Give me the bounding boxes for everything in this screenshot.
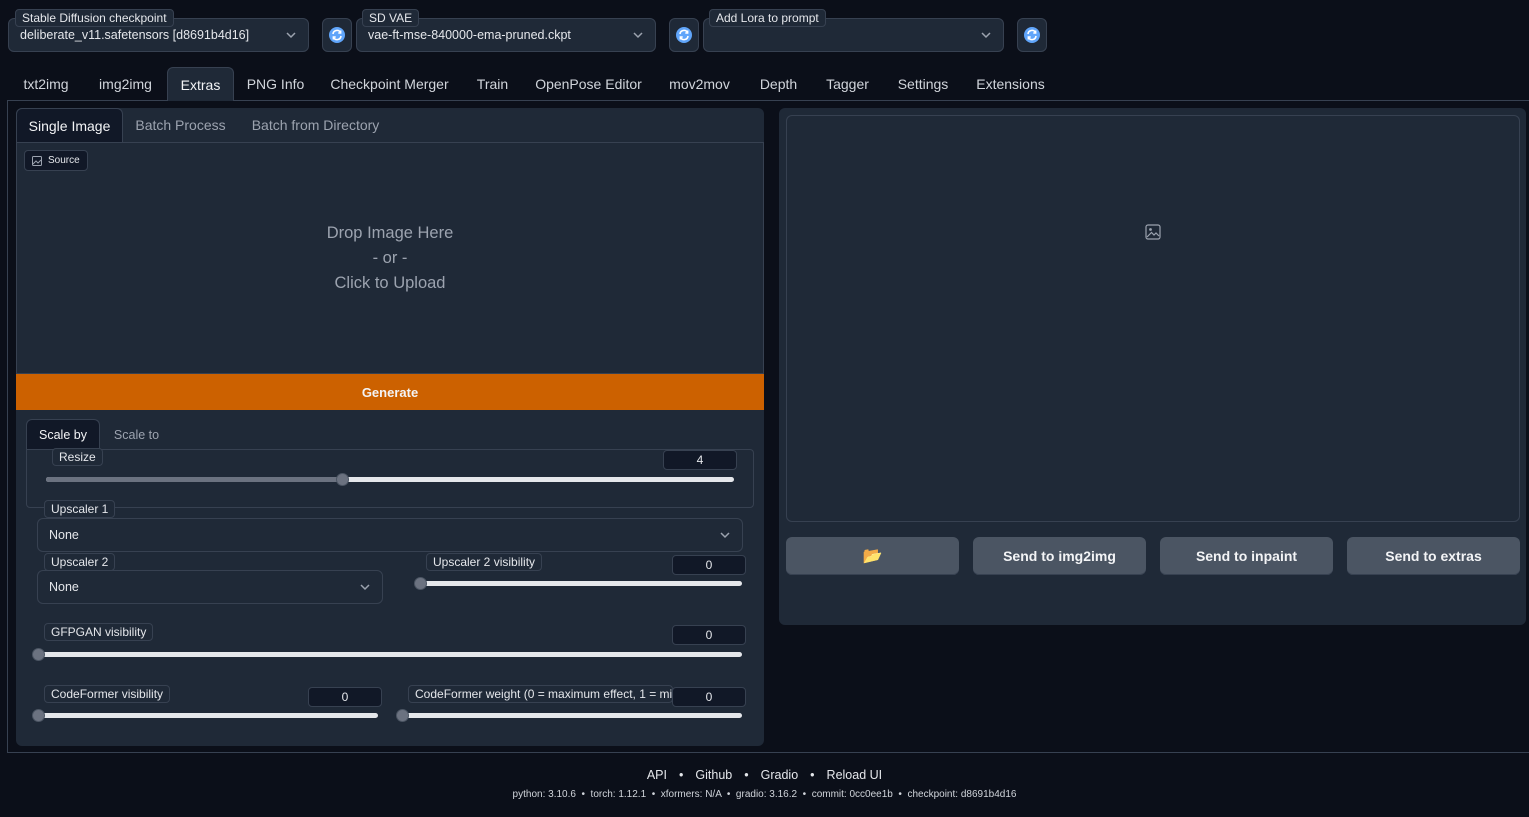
gfpgan-visibility-number-input[interactable]: 0 (672, 625, 746, 645)
upscaler2-visibility-number-input[interactable]: 0 (672, 555, 746, 575)
resize-slider-thumb[interactable] (336, 473, 349, 486)
footer-link-gradio[interactable]: Gradio (761, 768, 799, 782)
tab-img2img[interactable]: img2img (84, 67, 167, 101)
subtab-scale-to[interactable]: Scale to (100, 419, 173, 450)
upscaler2-label: Upscaler 2 (44, 553, 116, 571)
upscaler2-visibility-slider[interactable] (414, 577, 742, 590)
codeformer-weight-slider-thumb[interactable] (396, 709, 409, 722)
footer-separator: • (744, 768, 749, 782)
generate-button[interactable]: Generate (16, 374, 764, 410)
codeformer-visibility-number-input[interactable]: 0 (308, 687, 382, 707)
checkpoint-label: Stable Diffusion checkpoint (15, 9, 174, 27)
image-icon (32, 155, 42, 166)
footer-link-reload-ui[interactable]: Reload UI (827, 768, 883, 782)
tab-depth[interactable]: Depth (745, 67, 812, 101)
tab-train[interactable]: Train (462, 67, 523, 101)
chevron-down-icon (981, 32, 991, 39)
tab-openpose-editor[interactable]: OpenPose Editor (523, 67, 654, 101)
subtab-batch-from-directory[interactable]: Batch from Directory (238, 108, 393, 142)
refresh-icon (329, 27, 345, 43)
codeformer-visibility-label: CodeFormer visibility (44, 685, 171, 703)
lora-label: Add Lora to prompt (709, 9, 826, 27)
tab-extensions[interactable]: Extensions (963, 67, 1058, 101)
codeformer-visibility-slider-thumb[interactable] (32, 709, 45, 722)
checkpoint-value: deliberate_v11.safetensors [d8691b4d16] (20, 28, 250, 42)
tab-txt2img[interactable]: txt2img (8, 67, 84, 101)
upscaler2-visibility-slider-thumb[interactable] (414, 577, 427, 590)
codeformer-weight-slider[interactable] (396, 709, 742, 722)
tab-tagger[interactable]: Tagger (812, 67, 883, 101)
subtab-single-image[interactable]: Single Image (16, 108, 123, 142)
resize-label: Resize (52, 448, 103, 466)
footer-separator: • (810, 768, 815, 782)
resize-number-input[interactable]: 4 (663, 450, 737, 470)
tab-mov2mov[interactable]: mov2mov (654, 67, 745, 101)
output-image-area (786, 115, 1520, 522)
send-to-extras-button[interactable]: Send to extras (1347, 537, 1520, 575)
image-drop-zone[interactable]: Source Drop Image Here - or - Click to U… (16, 142, 764, 374)
tab-extras[interactable]: Extras (167, 67, 234, 101)
checkpoint-refresh-button[interactable] (322, 18, 352, 52)
upscaler1-value: None (49, 528, 79, 542)
send-to-img2img-button[interactable]: Send to img2img (973, 537, 1146, 575)
chevron-down-icon (633, 32, 643, 39)
frame-left (7, 100, 8, 753)
upscaler2-dropdown[interactable]: None (37, 570, 383, 604)
drop-instructions: Drop Image Here - or - Click to Upload (17, 221, 763, 296)
drop-line-1: Drop Image Here (326, 224, 454, 242)
gfpgan-visibility-slider-thumb[interactable] (32, 648, 45, 661)
upscaler2-value: None (49, 580, 79, 594)
chevron-down-icon (720, 532, 730, 539)
tab-png-info[interactable]: PNG Info (234, 67, 317, 101)
upscaler1-label: Upscaler 1 (44, 500, 116, 518)
vae-refresh-button[interactable] (669, 18, 699, 52)
frame-bottom (7, 752, 1529, 753)
footer-separator: • (679, 768, 684, 782)
open-folder-button[interactable]: 📂 (786, 537, 959, 575)
upscaler2-visibility-label: Upscaler 2 visibility (426, 553, 543, 571)
lora-refresh-button[interactable] (1017, 18, 1047, 52)
vae-label: SD VAE (362, 9, 420, 27)
drop-line-3: Click to Upload (334, 274, 446, 292)
tab-settings[interactable]: Settings (883, 67, 963, 101)
chevron-down-icon (286, 32, 296, 39)
chevron-down-icon (360, 584, 370, 591)
upscaler1-dropdown[interactable]: None (37, 518, 743, 552)
gfpgan-visibility-label: GFPGAN visibility (44, 623, 154, 641)
image-placeholder-icon (1145, 224, 1161, 240)
resize-slider[interactable] (46, 473, 734, 486)
tab-checkpoint-merger[interactable]: Checkpoint Merger (317, 67, 462, 101)
footer-version-info: python: 3.10.6 • torch: 1.12.1 • xformer… (512, 789, 1017, 800)
subtab-scale-by[interactable]: Scale by (26, 419, 100, 450)
codeformer-visibility-slider[interactable] (32, 709, 378, 722)
vae-value: vae-ft-mse-840000-ema-pruned.ckpt (368, 28, 571, 42)
codeformer-weight-label: CodeFormer weight (0 = maximum effect, 1… (408, 685, 673, 703)
footer-links: API • Github • Gradio • Reload UI (0, 768, 1529, 782)
refresh-icon (676, 27, 692, 43)
drop-line-2: - or - (372, 249, 408, 267)
footer-link-api[interactable]: API (647, 768, 667, 782)
source-label: Source (48, 155, 80, 166)
gfpgan-visibility-slider[interactable] (32, 648, 742, 661)
resize-slider-fill (46, 477, 342, 482)
send-to-inpaint-button[interactable]: Send to inpaint (1160, 537, 1333, 575)
source-badge: Source (24, 150, 88, 171)
footer-link-github[interactable]: Github (695, 768, 732, 782)
refresh-icon (1024, 27, 1040, 43)
folder-icon: 📂 (862, 548, 883, 565)
subtab-batch-process[interactable]: Batch Process (123, 108, 238, 142)
codeformer-weight-number-input[interactable]: 0 (672, 687, 746, 707)
